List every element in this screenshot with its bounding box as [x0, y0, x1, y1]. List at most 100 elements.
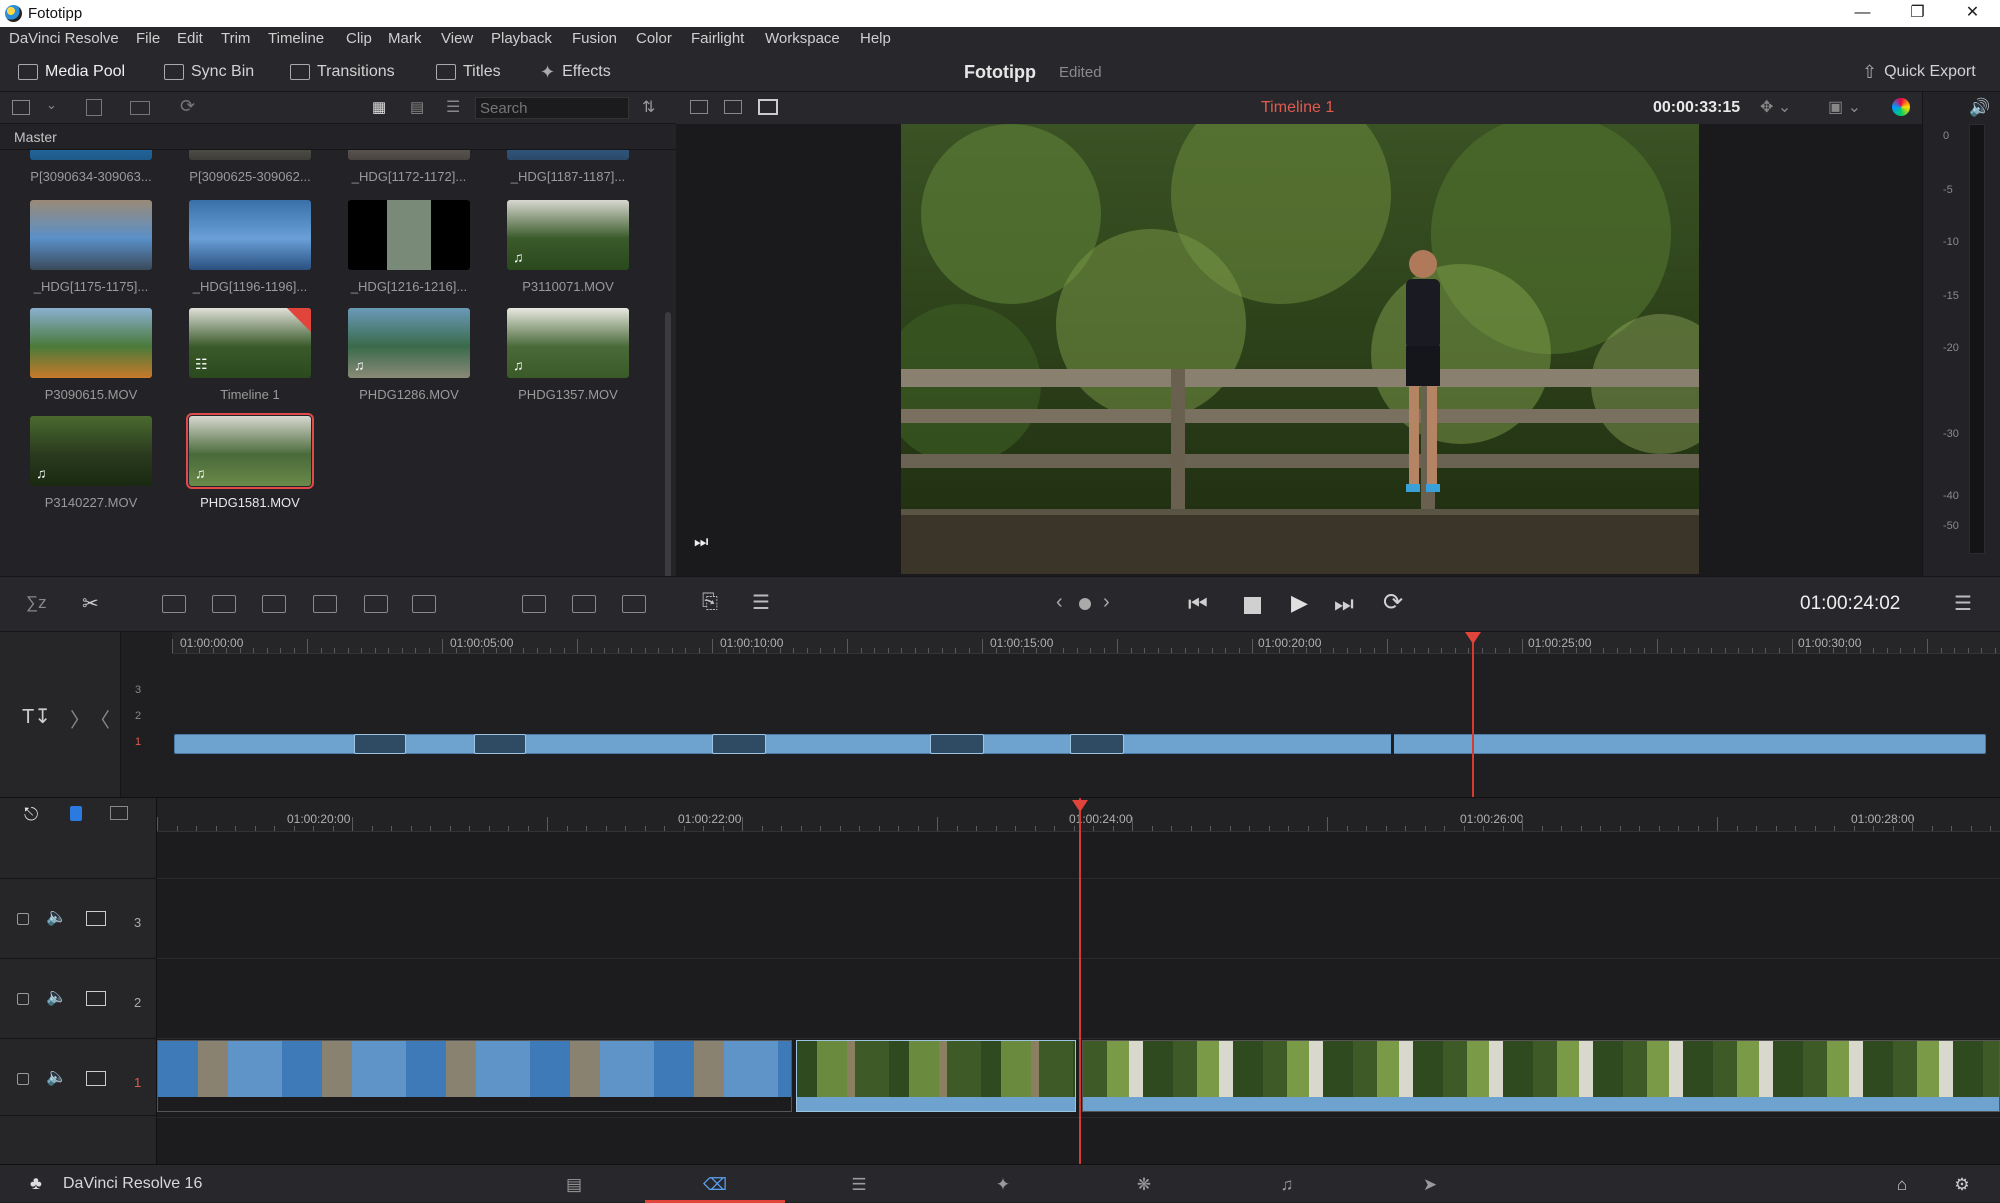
titles-button[interactable]: Titles	[436, 59, 501, 85]
fairlight-page-icon[interactable]: ♫	[1275, 1175, 1299, 1194]
overview-transition[interactable]	[474, 734, 526, 754]
timeline-playhead[interactable]	[1079, 798, 1081, 1165]
clip-thumbnail[interactable]: _HDG[1196-1196]...	[187, 200, 313, 300]
menu-workspace[interactable]: Workspace	[765, 30, 840, 47]
menu-color[interactable]: Color	[636, 30, 672, 47]
color-page-icon[interactable]: ❋	[1132, 1175, 1156, 1194]
cut-page-icon[interactable]: ⌫	[703, 1175, 727, 1194]
menu-playback[interactable]: Playback	[491, 30, 552, 47]
menu-help[interactable]: Help	[860, 30, 891, 47]
video-preview[interactable]	[901, 124, 1699, 574]
audio-icon[interactable]: 🔈	[46, 987, 67, 1007]
go-to-end-icon[interactable]: ⏭	[694, 534, 708, 552]
search-input[interactable]	[475, 97, 629, 119]
flag-icon[interactable]	[70, 806, 82, 821]
thumbnail-view-icon[interactable]: ▦	[372, 98, 386, 116]
stop-icon[interactable]	[1244, 597, 1261, 614]
effects-button[interactable]: ✦ Effects	[540, 59, 611, 85]
viewer-timeline-name[interactable]: Timeline 1	[1261, 99, 1334, 117]
media-pool-button[interactable]: Media Pool	[18, 59, 125, 85]
clip-thumbnail[interactable]: P[3090634-309063...	[28, 150, 154, 190]
audio-icon[interactable]: 🔈	[46, 907, 67, 927]
settings-gear-icon[interactable]: ⚙	[1950, 1175, 1974, 1194]
overview-transition[interactable]	[1070, 734, 1124, 754]
menu-mark[interactable]: Mark	[388, 30, 421, 47]
skip-forward-icon[interactable]: ⏭	[1334, 591, 1354, 617]
replace-clip-icon[interactable]	[262, 595, 286, 613]
clip-thumbnail[interactable]: _HDG[1187-1187]...	[505, 150, 631, 190]
clip-thumbnail[interactable]: _HDG[1175-1175]...	[28, 200, 154, 300]
fit-to-fill-icon[interactable]	[313, 595, 337, 613]
menu-clip[interactable]: Clip	[346, 30, 372, 47]
lock-icon[interactable]	[17, 1073, 29, 1085]
clip-thumbnail[interactable]: ☷ Timeline 1	[187, 308, 313, 408]
deliver-page-icon[interactable]: ➤	[1418, 1175, 1442, 1194]
next-marker-icon[interactable]: ›	[1103, 591, 1110, 614]
clip-thumbnail[interactable]: _HDG[1216-1216]...	[346, 200, 472, 300]
overview-transition[interactable]	[354, 734, 406, 754]
sidebar-toggle-icon[interactable]	[12, 100, 30, 115]
settings-sliders-icon[interactable]: ☰	[752, 590, 770, 615]
quick-export-button[interactable]: ⇧ Quick Export	[1862, 59, 1976, 85]
chevron-down-icon[interactable]: ⌄	[46, 97, 57, 113]
source-overwrite-icon[interactable]	[622, 595, 646, 613]
fusion-page-icon[interactable]: ✦	[991, 1175, 1015, 1194]
play-icon[interactable]: ▶	[1291, 590, 1308, 616]
viewer-cinema-icon[interactable]	[758, 99, 778, 115]
sort-icon[interactable]: ⇅	[642, 97, 655, 117]
video-toggle-icon[interactable]	[86, 1071, 106, 1086]
text-tool-icon[interactable]: T↧	[22, 704, 51, 729]
menu-file[interactable]: File	[136, 30, 160, 47]
ripple-overwrite-icon[interactable]	[522, 595, 546, 613]
color-wheel-icon[interactable]	[1892, 98, 1910, 116]
overview-ruler[interactable]: 01:00:00:00 01:00:05:00 01:00:10:00 01:0…	[172, 632, 2000, 654]
viewer-dual-icon[interactable]	[724, 100, 742, 114]
clip-thumbnail[interactable]: P[3090625-309062...	[187, 150, 313, 190]
minimize-icon[interactable]: —	[1835, 0, 1890, 27]
new-bin-icon[interactable]	[86, 99, 102, 116]
close-icon[interactable]: ✕	[1945, 0, 2000, 27]
transitions-button[interactable]: Transitions	[290, 59, 395, 85]
place-on-top-icon[interactable]	[364, 595, 388, 613]
viewer-layout-icon[interactable]	[690, 100, 708, 114]
snooze-icon[interactable]: ∑z	[26, 593, 47, 613]
clip-thumbnail[interactable]: ♫ P3140227.MOV	[28, 416, 154, 516]
link-icon[interactable]: ⎋	[24, 804, 38, 825]
timeline-clip[interactable]	[157, 1040, 792, 1112]
marker-dot-icon[interactable]	[1079, 598, 1091, 610]
video-toggle-icon[interactable]	[86, 911, 106, 926]
insert-clip-icon[interactable]	[162, 595, 186, 613]
sync-bin-button[interactable]: Sync Bin	[164, 59, 254, 85]
menu-fairlight[interactable]: Fairlight	[691, 30, 744, 47]
overview-playhead[interactable]	[1472, 632, 1474, 797]
home-icon[interactable]: ⌂	[1890, 1175, 1914, 1194]
audio-icon[interactable]: 🔈	[46, 1067, 67, 1087]
timeline-playhead-marker[interactable]	[1072, 800, 1088, 812]
menu-edit[interactable]: Edit	[177, 30, 203, 47]
prev-marker-icon[interactable]: ‹	[1056, 591, 1063, 614]
overview-transition[interactable]	[712, 734, 766, 754]
split-tool-icon[interactable]: 〉〈	[70, 704, 110, 733]
list-view-icon[interactable]: ☰	[446, 97, 460, 117]
clip-thumbnail[interactable]: ♫ PHDG1357.MOV	[505, 308, 631, 408]
menu-trim[interactable]: Trim	[221, 30, 250, 47]
viewer-options-icon[interactable]: ▣ ⌄	[1828, 97, 1861, 117]
speaker-icon[interactable]: 🔊	[1969, 98, 1990, 118]
clip-thumbnail[interactable]: ♫ P3110071.MOV	[505, 200, 631, 300]
timeline-clip[interactable]	[1082, 1040, 2000, 1112]
edit-page-icon[interactable]: ☰	[847, 1175, 871, 1194]
menu-davinci-resolve[interactable]: DaVinci Resolve	[9, 30, 119, 47]
clip-thumbnail[interactable]: ♫ PHDG1286.MOV	[346, 308, 472, 408]
zoom-fit-icon[interactable]: ✥ ⌄	[1760, 97, 1791, 117]
media-page-icon[interactable]: ▤	[562, 1175, 586, 1194]
filmstrip-view-icon[interactable]: ▤	[410, 98, 424, 116]
lock-icon[interactable]	[17, 993, 29, 1005]
folder-icon[interactable]	[130, 101, 150, 115]
overwrite-clip-icon[interactable]	[212, 595, 236, 613]
restore-icon[interactable]: ❐	[1890, 0, 1945, 27]
timeline-clip[interactable]	[796, 1040, 1076, 1112]
overview-playhead-marker[interactable]	[1465, 632, 1481, 644]
skip-back-icon[interactable]: ⏮	[1188, 591, 1208, 617]
clip-thumbnail[interactable]: _HDG[1172-1172]...	[346, 150, 472, 190]
loop-icon[interactable]: ⟳	[1383, 588, 1403, 617]
